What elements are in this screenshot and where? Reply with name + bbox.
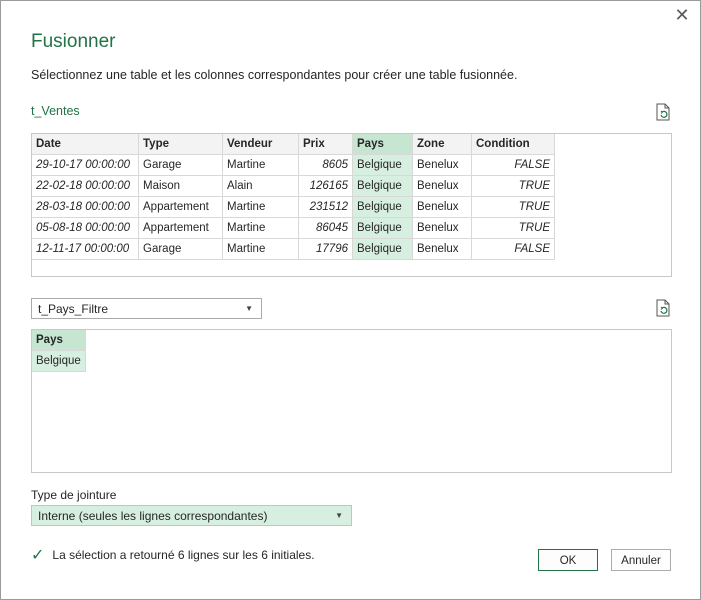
table-cell: Garage — [138, 154, 223, 176]
column-header[interactable]: Vendeur — [222, 134, 299, 155]
table-row: 05-08-18 00:00:00 Appartement Martine 86045… — [32, 217, 555, 239]
ok-button[interactable]: OK — [538, 549, 598, 571]
close-icon[interactable]: ✕ — [674, 6, 690, 24]
table-cell: Appartement — [138, 196, 223, 218]
status-text: La sélection a retourné 6 lignes sur les… — [52, 548, 315, 562]
second-table-grid: Pays Belgique — [32, 330, 86, 372]
merge-dialog: ✕ Fusionner Sélectionnez une table et le… — [0, 0, 701, 600]
table-cell: TRUE — [471, 175, 555, 197]
join-type-label: Type de jointure — [31, 488, 117, 502]
table-cell: Benelux — [412, 196, 472, 218]
table-cell: TRUE — [471, 217, 555, 239]
table-cell: Belgique — [352, 175, 413, 197]
join-type-select[interactable]: Interne (seules les lignes correspondant… — [31, 505, 352, 526]
table-cell: Martine — [222, 217, 299, 239]
table-cell: 22-02-18 00:00:00 — [32, 175, 139, 197]
table-cell: FALSE — [471, 154, 555, 176]
table-row: 22-02-18 00:00:00 Maison Alain 126165 Belgiq… — [32, 175, 555, 197]
table-cell: 126165 — [298, 175, 353, 197]
table-cell: 28-03-18 00:00:00 — [32, 196, 139, 218]
table-cell: Belgique — [352, 196, 413, 218]
table-cell: Belgique — [352, 217, 413, 239]
checkmark-icon: ✓ — [31, 547, 45, 564]
column-header[interactable]: Zone — [412, 134, 472, 155]
first-table-preview: Date Type Vendeur Prix Pays Zone Condition 29-… — [31, 133, 672, 277]
table-row: Belgique — [32, 350, 86, 372]
cancel-button[interactable]: Annuler — [611, 549, 671, 571]
table-cell: Alain — [222, 175, 299, 197]
table-cell: 29-10-17 00:00:00 — [32, 154, 139, 176]
table-cell: 8605 — [298, 154, 353, 176]
chevron-down-icon: ▼ — [335, 511, 343, 520]
table-cell: Martine — [222, 238, 299, 260]
table-cell: Belgique — [352, 154, 413, 176]
table-cell: 86045 — [298, 217, 353, 239]
table-cell: 231512 — [298, 196, 353, 218]
table-cell: FALSE — [471, 238, 555, 260]
second-table-select[interactable]: t_Pays_Filtre ▼ — [31, 298, 262, 319]
table-cell: Benelux — [412, 238, 472, 260]
table-cell: Maison — [138, 175, 223, 197]
column-header[interactable]: Condition — [471, 134, 555, 155]
table-cell: Appartement — [138, 217, 223, 239]
table-cell: Benelux — [412, 217, 472, 239]
column-header[interactable]: Date — [32, 134, 139, 155]
dialog-subtitle: Sélectionnez une table et les colonnes c… — [31, 68, 518, 82]
status-message: ✓ La sélection a retourné 6 lignes sur l… — [31, 545, 315, 565]
join-type-value: Interne (seules les lignes correspondant… — [38, 509, 268, 523]
second-table-preview: Pays Belgique — [31, 329, 672, 473]
first-table-name: t_Ventes — [31, 104, 80, 118]
column-header[interactable]: Pays — [32, 330, 86, 351]
refresh-preview-icon[interactable] — [655, 299, 671, 317]
table-cell: Benelux — [412, 154, 472, 176]
chevron-down-icon: ▼ — [245, 304, 253, 313]
table-cell: 17796 — [298, 238, 353, 260]
table-cell: Belgique — [32, 350, 86, 372]
table-cell: Belgique — [352, 238, 413, 260]
table-cell: Martine — [222, 196, 299, 218]
table-cell: 12-11-17 00:00:00 — [32, 238, 139, 260]
refresh-preview-icon[interactable] — [655, 103, 671, 121]
table-cell: 05-08-18 00:00:00 — [32, 217, 139, 239]
column-header[interactable]: Pays — [352, 134, 413, 155]
table-cell: TRUE — [471, 196, 555, 218]
table-cell: Benelux — [412, 175, 472, 197]
table-cell: Martine — [222, 154, 299, 176]
table-row: 12-11-17 00:00:00 Garage Martine 17796 Belgi… — [32, 238, 555, 260]
table-row: 29-10-17 00:00:00 Garage Martine 8605 Belgiq… — [32, 154, 555, 176]
first-table-grid: Date Type Vendeur Prix Pays Zone Condition 29-… — [32, 134, 555, 260]
second-table-select-value: t_Pays_Filtre — [38, 302, 109, 316]
table-cell: Garage — [138, 238, 223, 260]
column-header[interactable]: Type — [138, 134, 223, 155]
column-header[interactable]: Prix — [298, 134, 353, 155]
dialog-title: Fusionner — [31, 31, 116, 52]
table-row: 28-03-18 00:00:00 Appartement Martine 23151… — [32, 196, 555, 218]
